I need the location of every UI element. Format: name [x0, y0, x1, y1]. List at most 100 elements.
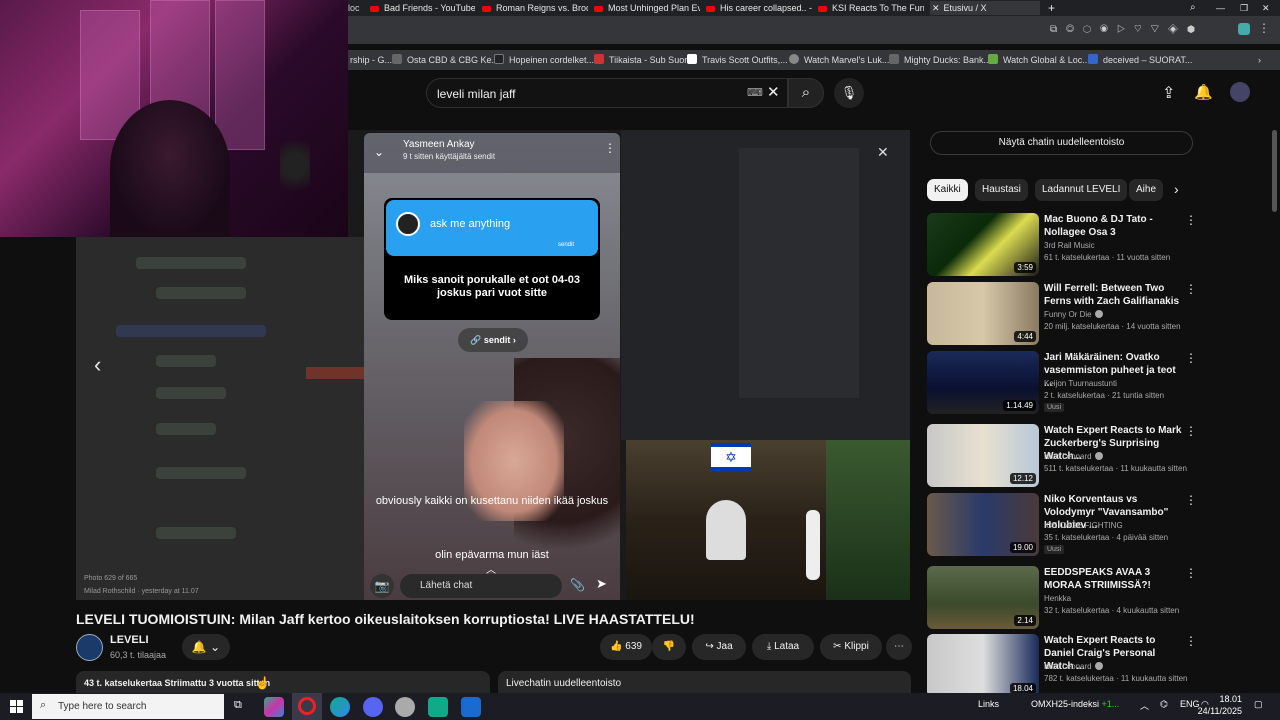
more-icon[interactable]: ⋮: [1185, 424, 1197, 438]
stock-widget[interactable]: OMXH25-indeksi +1...: [1031, 699, 1119, 709]
sendit-link-button[interactable]: 🔗 sendit ›: [458, 328, 528, 352]
more-icon[interactable]: ⋮: [1185, 493, 1197, 507]
search-button[interactable]: ⌕: [788, 78, 824, 108]
close-window-button[interactable]: ✕: [1262, 1, 1274, 15]
attach-icon[interactable]: 📎: [570, 578, 585, 592]
more-icon[interactable]: ⋮: [1185, 213, 1197, 227]
chip-search[interactable]: Haustasi: [975, 179, 1028, 201]
recommendation-item[interactable]: 2.14 EEDDSPEAKS AVAA 3 MORAA STRIIMISSÄ?…: [927, 566, 1197, 630]
recommendation-item[interactable]: 19.00 Niko Korventaus vs Volodymyr "Vava…: [927, 493, 1197, 557]
show-chat-replay-button[interactable]: Näytä chatin uudelleentoisto: [930, 131, 1193, 155]
extension-icons[interactable]: ⧉◎⬡◉▷♡▽◈⬢: [1050, 24, 1204, 35]
tab-roman-reigns[interactable]: Roman Reigns vs. Brock L: [482, 1, 588, 15]
search-box[interactable]: ⌨ ✕: [426, 78, 788, 108]
bookmarks-overflow[interactable]: ›: [1258, 53, 1261, 67]
bookmark-deceived[interactable]: deceived – SUORAT...: [1088, 53, 1192, 67]
download-button[interactable]: ⤓ Lataa: [752, 634, 814, 660]
bookmark-cbd[interactable]: Osta CBD & CBG Ke...: [392, 53, 499, 67]
clear-search-icon[interactable]: ✕: [767, 83, 780, 101]
tab-career-collapsed[interactable]: His career collapsed.. - Yo: [706, 1, 812, 15]
bookmark-partial[interactable]: rship - G...: [350, 53, 392, 67]
recommendation-item[interactable]: 1.14.49 Jari Mäkäräinen: Ovatko vasemmis…: [927, 351, 1197, 415]
tab-ksi-reacts[interactable]: KSI Reacts To The Funnies: [818, 1, 924, 15]
search-tabs-icon[interactable]: ⌕: [1190, 1, 1202, 15]
more-icon[interactable]: ⋮: [1185, 351, 1197, 365]
app-icon[interactable]: [428, 697, 448, 717]
close-icon[interactable]: ✕: [877, 144, 889, 161]
chevron-right-icon[interactable]: ›: [1174, 181, 1179, 197]
more-icon[interactable]: ⋮: [1185, 634, 1197, 648]
notification-icon[interactable]: ▢: [1254, 699, 1263, 710]
minimize-button[interactable]: —: [1216, 1, 1228, 15]
more-actions-button[interactable]: ⋯: [886, 634, 912, 660]
chat-input[interactable]: Lähetä chat: [400, 574, 562, 598]
app-icon[interactable]: [461, 697, 481, 717]
share-button[interactable]: ↪ Jaa: [692, 634, 746, 660]
recommendation-item[interactable]: 4:44 Will Ferrell: Between Two Ferns wit…: [927, 282, 1197, 346]
bookmark-global[interactable]: Watch Global & Loc...: [988, 53, 1090, 67]
send-icon[interactable]: ➤: [596, 576, 607, 592]
tab-unhinged-plan[interactable]: Most Unhinged Plan Ever: [594, 1, 700, 15]
more-icon[interactable]: ⋮: [1185, 282, 1197, 296]
chip-all[interactable]: Kaikki: [927, 179, 968, 201]
chip-by-leveli[interactable]: Ladannut LEVELI: [1035, 179, 1128, 201]
clock-date[interactable]: 24/11/2025: [1192, 706, 1242, 716]
description-box[interactable]: 43 t. katselukertaa Striimattu 3 vuotta …: [76, 671, 490, 693]
bookmark-hopeinen[interactable]: Hopeinen cordelket...: [494, 53, 594, 67]
bookmark-travis[interactable]: Travis Scott Outfits,...: [687, 53, 788, 67]
tab-partial[interactable]: loc: [348, 1, 364, 15]
links-label[interactable]: Links: [978, 699, 999, 709]
chip-topic[interactable]: Aihe: [1129, 179, 1163, 201]
channel-name[interactable]: LEVELI: [110, 634, 149, 646]
clip-button[interactable]: ✂ Klippi: [820, 634, 882, 660]
recommendation-thumbnail[interactable]: 19.00: [927, 493, 1039, 556]
more-icon[interactable]: ⋮: [604, 141, 616, 155]
search-input[interactable]: [437, 85, 737, 103]
bookmark-marvel[interactable]: Watch Marvel's Luk...: [789, 53, 889, 67]
tab-bad-friends[interactable]: Bad Friends - YouTube: [370, 1, 475, 15]
page-scrollbar[interactable]: [1272, 130, 1277, 212]
clock-time[interactable]: 18.01: [1202, 694, 1242, 704]
network-icon[interactable]: ⌬: [1160, 699, 1168, 710]
keyboard-icon[interactable]: ⌨: [747, 86, 763, 99]
task-view-icon[interactable]: ⧉: [234, 699, 242, 712]
story-caption-1: obviously kaikki on kusettanu niiden ikä…: [375, 495, 609, 507]
camera-icon[interactable]: 📷: [370, 574, 394, 598]
recommendation-thumbnail[interactable]: 3:59: [927, 213, 1039, 276]
like-button[interactable]: 👍 639: [600, 634, 652, 660]
tray-chevron-icon[interactable]: ︿: [1140, 699, 1149, 712]
recommendation-thumbnail[interactable]: 1.14.49: [927, 351, 1039, 414]
bookmark-tiikaista[interactable]: Tiikaista - Sub Suora: [594, 53, 692, 67]
maximize-button[interactable]: ❐: [1240, 1, 1252, 15]
channel-avatar[interactable]: [76, 634, 103, 661]
voice-search-button[interactable]: 🎙: [834, 78, 864, 108]
notification-bell-icon[interactable]: 🔔: [1194, 83, 1213, 101]
copilot-icon[interactable]: [264, 697, 284, 717]
tab-etusivu-x[interactable]: ✕ Etusivu / X: [930, 1, 1040, 15]
app-icon[interactable]: [395, 697, 415, 717]
dislike-button[interactable]: 👎: [652, 634, 686, 660]
edge-icon[interactable]: [330, 697, 350, 717]
recommendation-item[interactable]: 18.04 Watch Expert Reacts to Daniel Crai…: [927, 634, 1197, 693]
bookmark-mighty-ducks[interactable]: Mighty Ducks: Bank...: [889, 53, 991, 67]
livechat-replay-panel[interactable]: Livechatin uudelleentoisto: [498, 671, 911, 693]
opera-active-tab[interactable]: [292, 693, 322, 720]
recommendation-thumbnail[interactable]: 4:44: [927, 282, 1039, 345]
account-avatar[interactable]: [1230, 82, 1250, 102]
upload-icon[interactable]: ⇪: [1162, 83, 1175, 103]
new-tab-button[interactable]: +: [1048, 1, 1060, 15]
windows-start-icon[interactable]: [10, 700, 23, 713]
menu-icon[interactable]: ⋮: [1258, 21, 1270, 35]
more-icon[interactable]: ⋮: [1185, 566, 1197, 580]
subscribed-bell-button[interactable]: 🔔 ⌄: [182, 634, 230, 660]
discord-icon[interactable]: [363, 697, 383, 717]
recommendation-thumbnail[interactable]: 12.12: [927, 424, 1039, 487]
recommendation-item[interactable]: 12.12 Watch Expert Reacts to Mark Zucker…: [927, 424, 1197, 488]
previous-arrow-icon[interactable]: ‹: [94, 352, 101, 378]
recommendation-item[interactable]: 3:59 Mac Buono & DJ Tato - Nollagee Osa …: [927, 213, 1197, 277]
recommendation-thumbnail[interactable]: 2.14: [927, 566, 1039, 629]
extension-icon[interactable]: [1238, 23, 1250, 35]
chevron-down-icon[interactable]: ⌄: [374, 145, 384, 159]
taskbar-search-input[interactable]: Type here to search: [32, 694, 224, 719]
recommendation-thumbnail[interactable]: 18.04: [927, 634, 1039, 693]
